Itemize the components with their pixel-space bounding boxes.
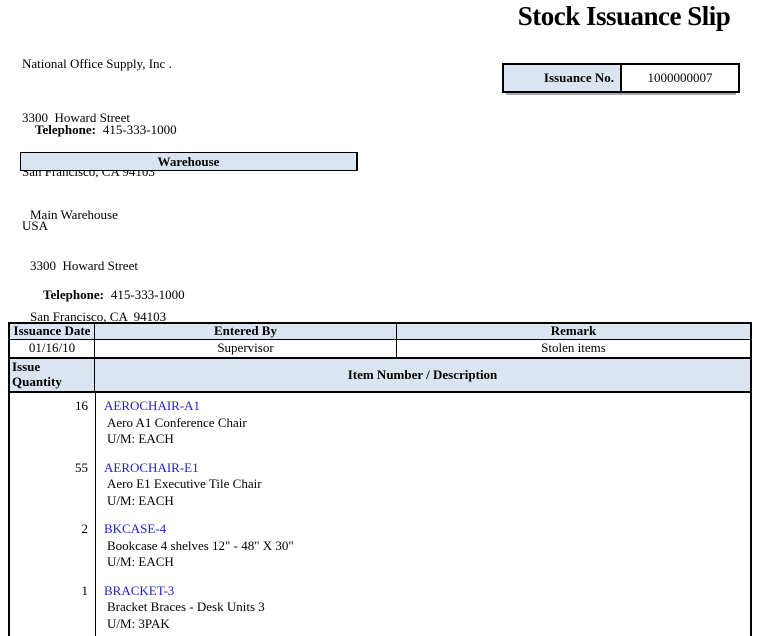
item-number-link[interactable]: BKCASE-4 <box>104 521 294 538</box>
item-quantity: 55 <box>10 460 95 510</box>
header-remark: Remark <box>397 324 750 339</box>
item-row: 16 AEROCHAIR-A1 Aero A1 Conference Chair… <box>10 398 750 448</box>
stock-issuance-slip-page: National Office Supply, Inc . 3300 Howar… <box>0 0 765 636</box>
item-details: AEROCHAIR-A1 Aero A1 Conference Chair U/… <box>95 398 247 448</box>
issuance-number-value: 1000000007 <box>622 65 738 91</box>
page-title: Stock Issuance Slip <box>498 1 750 32</box>
item-number-link[interactable]: AEROCHAIR-A1 <box>104 398 247 415</box>
telephone-number: 415-333-1000 <box>111 287 185 302</box>
item-quantity: 2 <box>10 521 95 571</box>
item-details: AEROCHAIR-E1 Aero E1 Executive Tile Chai… <box>95 460 262 510</box>
item-uom: U/M: EACH <box>107 431 247 448</box>
item-row: 1 BRACKET-3 Bracket Braces - Desk Units … <box>10 583 750 633</box>
item-description: Bookcase 4 shelves 12" - 48" X 30" <box>107 538 294 555</box>
telephone-label: Telephone: <box>35 122 96 137</box>
item-details: BKCASE-4 Bookcase 4 shelves 12" - 48" X … <box>95 521 294 571</box>
item-number-link[interactable]: BRACKET-3 <box>104 583 265 600</box>
warehouse-telephone: Telephone: 415-333-1000 <box>30 271 185 319</box>
company-telephone: Telephone: 415-333-1000 <box>22 106 177 154</box>
info-data-row: 01/16/10 Supervisor Stolen items <box>10 340 750 359</box>
issuance-date-value: 01/16/10 <box>10 340 95 357</box>
item-uom: U/M: 3PAK <box>107 616 265 633</box>
entered-by-value: Supervisor <box>95 340 397 357</box>
item-uom: U/M: EACH <box>107 493 262 510</box>
column-divider <box>95 393 96 636</box>
issuance-table: Issuance Date Entered By Remark 01/16/10… <box>8 322 752 636</box>
item-uom: U/M: EACH <box>107 554 294 571</box>
item-description: Aero E1 Executive Tile Chair <box>107 476 262 493</box>
telephone-number: 415-333-1000 <box>103 122 177 137</box>
telephone-label: Telephone: <box>43 287 104 302</box>
header-entered-by: Entered By <box>95 324 397 339</box>
company-name: National Office Supply, Inc . <box>22 55 172 73</box>
item-quantity: 16 <box>10 398 95 448</box>
remark-value: Stolen items <box>397 340 750 357</box>
item-row: 55 AEROCHAIR-E1 Aero E1 Executive Tile C… <box>10 460 750 510</box>
warehouse-name: Main Warehouse <box>30 206 166 223</box>
items-header-row: Issue Quantity Item Number / Description <box>10 359 750 393</box>
warehouse-section-header: Warehouse <box>20 152 358 171</box>
item-quantity: 1 <box>10 583 95 633</box>
item-description: Aero A1 Conference Chair <box>107 415 247 432</box>
item-number-link[interactable]: AEROCHAIR-E1 <box>104 460 262 477</box>
item-description: Bracket Braces - Desk Units 3 <box>107 599 265 616</box>
items-body: 16 AEROCHAIR-A1 Aero A1 Conference Chair… <box>10 393 750 636</box>
header-item-number-description: Item Number / Description <box>95 359 750 391</box>
issuance-number-label: Issuance No. <box>504 65 622 91</box>
header-issuance-date: Issuance Date <box>10 324 95 339</box>
item-row: 2 BKCASE-4 Bookcase 4 shelves 12" - 48" … <box>10 521 750 571</box>
item-details: BRACKET-3 Bracket Braces - Desk Units 3 … <box>95 583 265 633</box>
info-header-row: Issuance Date Entered By Remark <box>10 324 750 340</box>
issuance-number-box: Issuance No. 1000000007 <box>502 63 740 93</box>
header-issue-quantity: Issue Quantity <box>10 359 95 391</box>
